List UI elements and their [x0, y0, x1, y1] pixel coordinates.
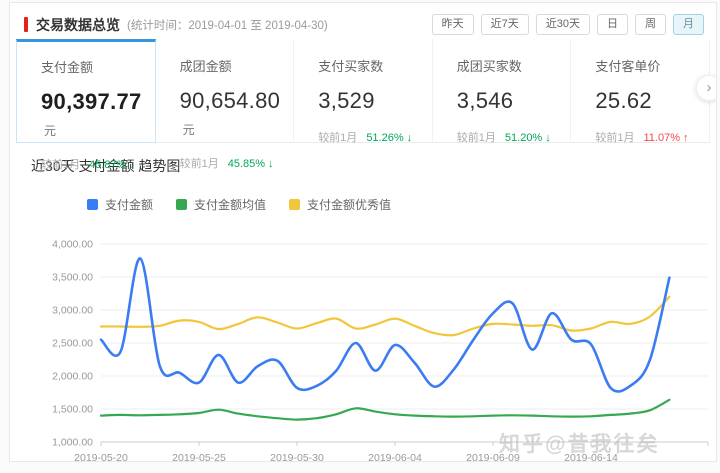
y-axis-tick-label: 3,000.00	[52, 305, 93, 317]
metric-value-row: 90,654.80 元	[180, 88, 294, 140]
metric-value: 3,546	[456, 88, 514, 113]
metric-label: 成团金额	[179, 59, 232, 74]
compare-label: 较前1月	[595, 132, 635, 144]
metric-label: 成团买家数	[456, 59, 522, 74]
legend-marker-icon	[289, 199, 301, 210]
metric-tab-row: 支付金额 90,397.77元 较前1月 45.87% ↓ 成团金额 90,654.80元较…	[16, 39, 716, 171]
change-percent: 51.26%	[366, 132, 404, 144]
legend-label: 支付金额优秀值	[307, 198, 392, 212]
metric-value: 90,397.77	[41, 89, 142, 114]
metric-compare-row: 较前1月 45.85% ↓	[180, 155, 294, 171]
x-axis-tick-label: 2019-05-25	[172, 452, 226, 462]
metric-unit: 元	[44, 124, 57, 138]
metric-tab-group-buyers[interactable]: 成团买家数 3,546 较前1月 51.20% ↓	[432, 39, 572, 145]
chevron-right-icon: ›	[706, 78, 712, 96]
compare-label: 较前1月	[179, 158, 219, 170]
chart-legend: 支付金额 支付金额均值 支付金额优秀值	[87, 196, 716, 213]
metric-compare-row: 较前1月 51.26% ↓	[318, 129, 432, 145]
metric-value-row: 90,397.77 元	[41, 89, 155, 141]
legend-item-1[interactable]: 支付金额均值	[176, 196, 266, 213]
panel-title: 交易数据总览	[36, 16, 120, 33]
y-axis-tick-label: 3,500.00	[52, 272, 93, 284]
carousel-next-button[interactable]: ›	[696, 75, 716, 101]
range-button-day[interactable]: 日	[597, 14, 628, 35]
compare-label: 较前1月	[318, 132, 358, 144]
metric-unit: 元	[182, 123, 195, 137]
metric-value-row: 3,546	[457, 88, 571, 114]
legend-item-2[interactable]: 支付金额优秀值	[289, 196, 391, 213]
y-axis-tick-label: 2,000.00	[52, 371, 93, 383]
metric-compare-row: 较前1月 45.87% ↓	[41, 156, 155, 172]
change-percent: 11.07%	[643, 132, 681, 144]
date-range-button-group: 昨天 近7天 近30天日周月	[431, 14, 704, 35]
metric-compare-row: 较前1月 11.07% ↑	[595, 129, 709, 145]
x-axis-tick-label: 2019-06-04	[368, 452, 422, 462]
change-percent: 45.85%	[227, 158, 266, 170]
series-line-0	[99, 257, 671, 393]
change-percent: 45.87%	[89, 159, 127, 171]
arrow-up-icon: ↑	[683, 132, 689, 144]
series-line-1	[99, 398, 671, 421]
title-accent-bar	[24, 17, 28, 32]
y-axis-tick-label: 1,000.00	[52, 437, 93, 449]
arrow-down-icon: ↓	[129, 159, 135, 171]
legend-item-0[interactable]: 支付金额	[87, 196, 153, 213]
panel-header: 交易数据总览 (统计时间：2019-04-01 至 2019-04-30) 昨天…	[10, 3, 716, 35]
legend-marker-icon	[87, 199, 98, 210]
metric-label: 支付金额	[41, 60, 94, 75]
metric-tab-group-amount[interactable]: 成团金额 90,654.80 元较前1月 45.85% ↓	[155, 39, 295, 170]
arrow-down-icon: ↓	[545, 132, 551, 144]
trend-line-chart[interactable]: 4,000.00 3,500.00 3,000.00 2,500.00 2,000.00…	[10, 230, 714, 462]
series-line-2	[99, 295, 671, 337]
metric-value: 3,529	[318, 88, 375, 113]
y-axis-tick-label: 2,500.00	[52, 338, 93, 350]
metric-value-row: 3,529	[318, 88, 432, 114]
transaction-overview-panel: 交易数据总览 (统计时间：2019-04-01 至 2019-04-30) 昨天…	[9, 2, 717, 462]
x-axis-tick-label: 2019-05-20	[74, 452, 128, 462]
range-button-week[interactable]: 周	[635, 14, 666, 35]
range-button-yesterday[interactable]: 昨天	[431, 14, 474, 35]
x-axis-tick-label: 2019-05-30	[270, 452, 324, 462]
x-axis-tick-label: 2019-06-14	[564, 452, 618, 462]
metric-label: 支付买家数	[318, 59, 384, 74]
metric-value-row: 25.62	[595, 88, 709, 114]
metric-value: 90,654.80	[179, 88, 281, 113]
range-button-last30days[interactable]: 近30天	[535, 14, 590, 35]
arrow-down-icon: ↓	[406, 132, 413, 144]
legend-label: 支付金额均值	[194, 198, 267, 212]
metric-tab-pay-buyers[interactable]: 支付买家数 3,529 较前1月 51.26% ↓	[294, 39, 433, 145]
change-percent: 51.20%	[504, 132, 543, 144]
arrow-down-icon: ↓	[268, 158, 274, 170]
x-axis-tick-label: 2019-06-09	[466, 452, 520, 462]
y-axis-tick-label: 1,500.00	[52, 404, 93, 416]
metric-compare-row: 较前1月 51.20% ↓	[457, 129, 571, 145]
metric-tab-pay-amount[interactable]: 支付金额 90,397.77 元较前1月 45.87% ↓	[16, 39, 156, 171]
y-axis-tick-label: 4,000.00	[52, 239, 93, 251]
range-button-month[interactable]: 月	[673, 14, 704, 35]
legend-marker-icon	[176, 199, 188, 210]
range-button-last7days[interactable]: 近7天	[480, 14, 529, 35]
metric-label: 支付客单价	[595, 59, 661, 74]
legend-label: 支付金额	[105, 198, 154, 212]
compare-label: 较前1月	[41, 159, 81, 171]
metric-value: 25.62	[595, 88, 652, 113]
stat-period-subtitle: (统计时间：2019-04-01 至 2019-04-30)	[127, 19, 328, 32]
compare-label: 较前1月	[456, 132, 496, 144]
metric-tab-pay-per-customer[interactable]: 支付客单价 25.62 较前1月 11.07% ↑	[571, 39, 710, 145]
